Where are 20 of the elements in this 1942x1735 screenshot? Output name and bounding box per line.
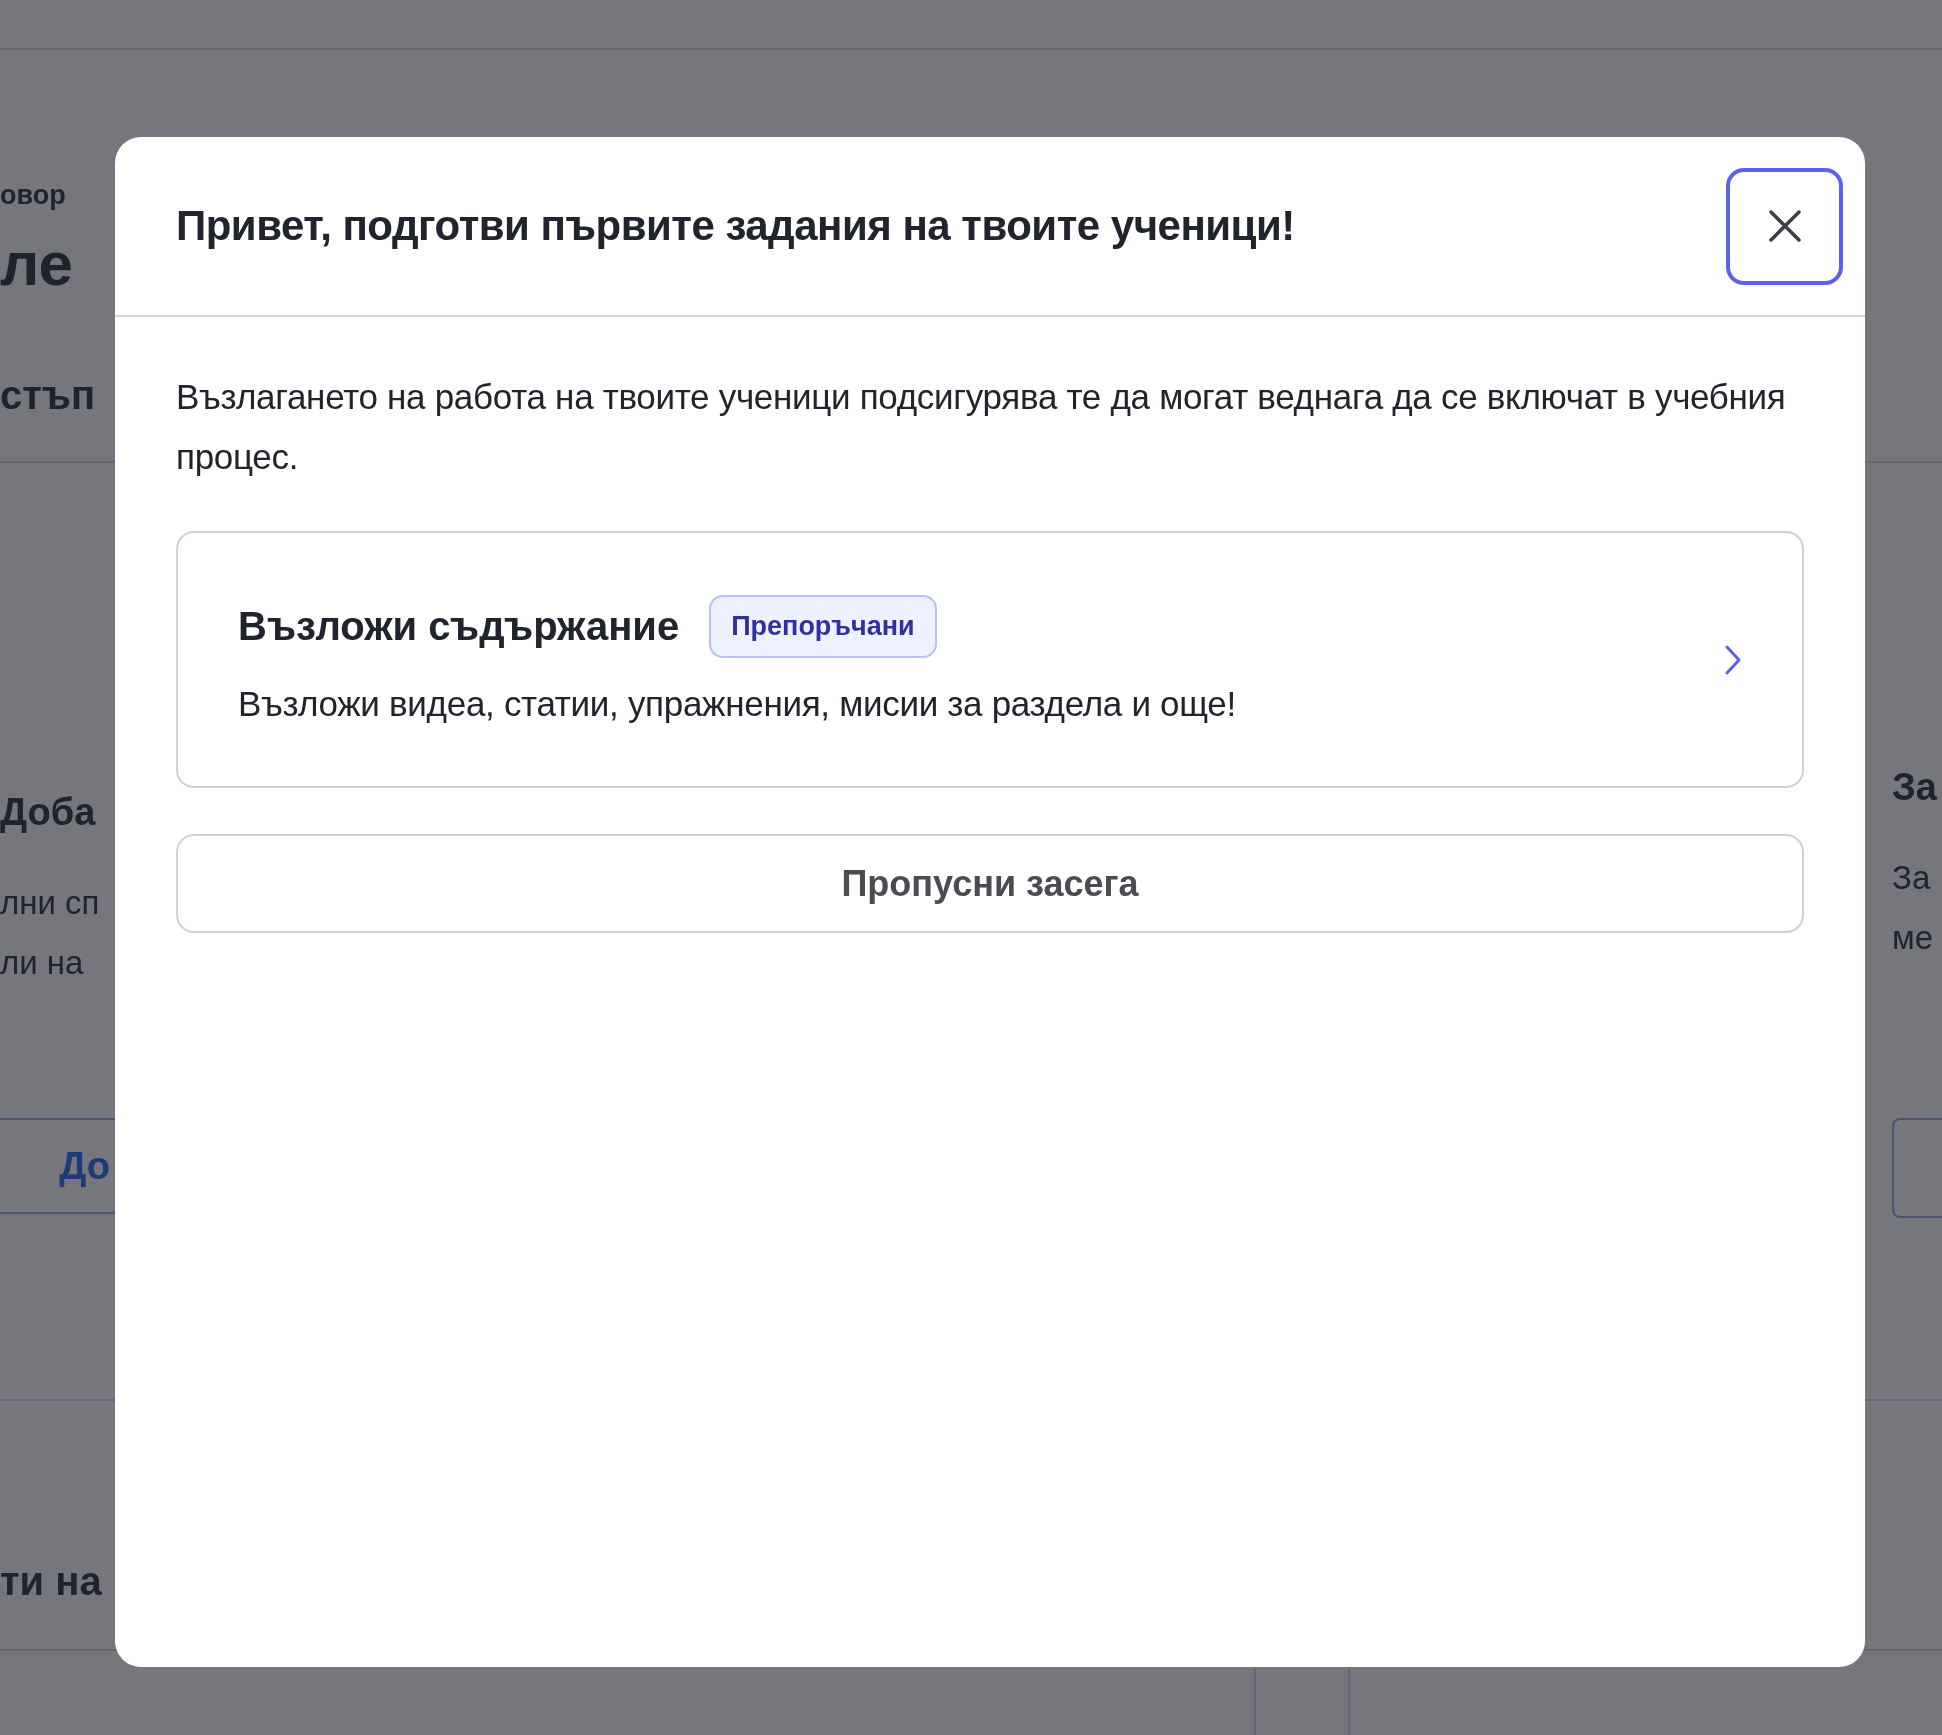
card-text: ли на — [0, 943, 84, 983]
section-subheading: стъп — [0, 375, 96, 415]
card-title: За — [1892, 768, 1937, 806]
card-text: ме — [1892, 918, 1934, 958]
option-title: Възложи съдържание — [238, 604, 680, 649]
chevron-right-icon — [1724, 643, 1742, 676]
page-heading: ле — [0, 233, 74, 295]
dialog-title: Привет, подготви първите задания на твоите ученици! — [176, 202, 1295, 250]
section-heading: ти на — [0, 1561, 102, 1601]
dialog-description: Възлагането на работа на твоите ученици подсигурява те да могат веднага да се включат в учебния процес. — [176, 376, 1787, 478]
skip-button[interactable]: Пропусни засега — [176, 834, 1804, 933]
close-button[interactable] — [1726, 167, 1843, 285]
recommended-badge: Препоръчани — [709, 595, 937, 658]
assign-option[interactable]: Възложи съдържание Препоръчани Възложи видеа, статии, упражнения, мисии за раздела и още! — [176, 531, 1804, 788]
breadcrumb: овор — [0, 182, 66, 209]
option-description: Възложи видеа, статии, упражнения, мисии за раздела и още! — [238, 684, 1236, 724]
card-title: Доба — [0, 793, 96, 831]
card-text: лни сп — [0, 883, 100, 923]
card-text: За — [1892, 858, 1931, 898]
close-icon — [1767, 209, 1802, 243]
